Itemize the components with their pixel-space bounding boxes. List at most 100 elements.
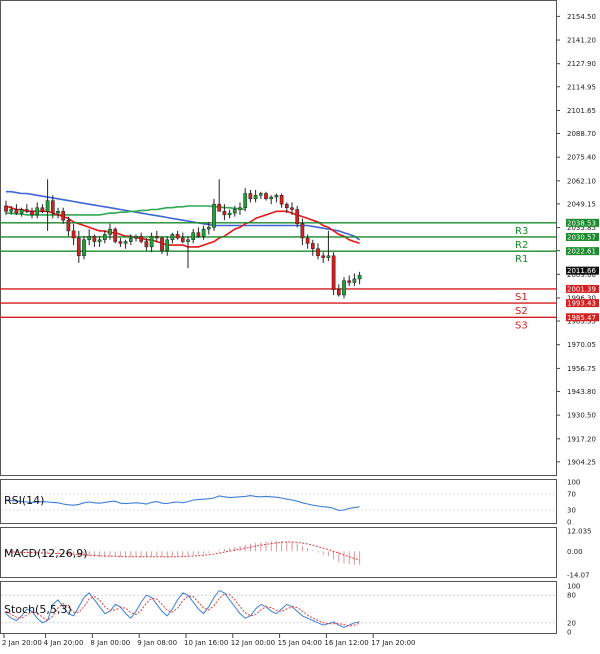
stoch-y-tick: 20 (567, 619, 576, 627)
candle-body (144, 241, 149, 248)
rsi-label: RSI(14) (4, 494, 44, 507)
candle-body (201, 228, 206, 237)
candle-body (305, 237, 310, 244)
candle-body (175, 234, 180, 239)
stoch-y-tick: 0 (567, 629, 571, 637)
y-tick-label: 1930.50 (567, 412, 596, 420)
level-price-tag-text: 1985.47 (567, 314, 596, 322)
candle-body (97, 239, 102, 242)
x-tick-label: 17 Jan 20:00 (371, 639, 415, 647)
candle-body (165, 239, 170, 251)
level-label-r2: R2 (515, 240, 528, 251)
macd-y-tick: 0.00 (567, 548, 583, 556)
candle-body (253, 195, 258, 200)
candle-body (357, 275, 362, 280)
y-tick-label: 1917.20 (567, 435, 596, 443)
x-tick-label: 9 Jan 08:00 (137, 639, 177, 647)
rsi-y-tick: 100 (567, 479, 580, 487)
y-tick-label: 2127.90 (567, 60, 596, 68)
candle-body (227, 212, 232, 216)
chart-canvas: 2154.50 2141.20 2127.90 2114.95 2101.65 2088.… (0, 0, 599, 647)
candle-body (14, 209, 19, 214)
candle-body (352, 278, 357, 283)
x-tick-label: 16 Jan 12:00 (324, 639, 368, 647)
candle-body (108, 228, 112, 235)
candle-body (196, 232, 201, 237)
y-tick-label: 1970.05 (567, 341, 596, 349)
rsi-y-tick: 70 (567, 491, 576, 499)
candle-body (102, 234, 107, 241)
candle-body (118, 241, 123, 244)
candle-body (134, 235, 138, 239)
rsi-y-tick: 30 (567, 507, 576, 515)
candle-body (316, 248, 320, 257)
candle-body (290, 207, 294, 210)
candle-body (180, 237, 185, 242)
rsi-y-tick: 0 (567, 519, 571, 527)
y-tick-label: 2062.10 (567, 177, 596, 185)
macd-y-tick: -14.07 (567, 572, 590, 580)
candle-body (284, 203, 289, 208)
y-tick-label: 2141.20 (567, 37, 596, 45)
level-label-s2: S2 (515, 306, 528, 317)
candle-body (326, 255, 331, 258)
current-price-text: 2011.66 (567, 267, 596, 275)
y-tick-label: 1956.75 (567, 365, 596, 373)
level-price-tag-text: 2030.57 (567, 233, 596, 241)
candle-body (56, 211, 60, 214)
candle-body (279, 195, 284, 205)
level-price-tag-text: 1993.43 (567, 300, 596, 308)
candle-body (170, 234, 175, 241)
stoch-y-tick: 80 (567, 592, 576, 600)
candle-body (40, 207, 45, 212)
candle-body (154, 235, 159, 239)
candle-body (139, 235, 144, 242)
y-tick-label: 2088.70 (567, 130, 596, 138)
rsi-panel-frame (0, 479, 557, 524)
candle-body (19, 209, 24, 214)
candle-body (9, 209, 14, 212)
level-label-s1: S1 (515, 292, 528, 303)
x-axis: 2 Jan 20:00 4 Jan 20:00 8 Jan 00:00 9 Jan 0… (2, 634, 416, 647)
y-tick-label: 2114.95 (567, 83, 596, 91)
candle-body (45, 200, 50, 212)
candle-body (160, 237, 164, 251)
x-tick-label: 15 Jan 04:00 (278, 639, 322, 647)
level-price-tag-text: 2038.53 (567, 219, 596, 227)
price-tags: 2038.53 2030.57 2022.61 2001.39 1993.43 1985.… (566, 218, 599, 322)
x-tick-label: 4 Jan 20:00 (44, 639, 84, 647)
y-tick-label: 1904.25 (567, 458, 596, 466)
candle-body (186, 239, 190, 242)
candle-body (238, 207, 242, 210)
candle-body (66, 219, 71, 232)
candle-body (274, 195, 279, 198)
candle-body (310, 243, 315, 249)
stoch-panel-frame (0, 581, 557, 634)
candle-body (87, 235, 92, 241)
candle-body (342, 280, 346, 296)
level-label-s3: S3 (515, 320, 528, 331)
candle-body (347, 280, 352, 283)
candle-body (123, 241, 128, 244)
candle-body (232, 209, 237, 214)
y-tick-label: 2075.40 (567, 154, 596, 162)
candle-body (321, 255, 326, 258)
candle-body (82, 239, 86, 257)
candle-body (269, 196, 274, 200)
candle-body (212, 203, 216, 228)
y-tick-label: 1943.80 (567, 388, 596, 396)
candle-body (30, 211, 34, 216)
candle-body (24, 209, 29, 212)
candle-body (4, 205, 8, 212)
candle-body (295, 209, 300, 225)
candle-body (336, 289, 341, 296)
candle-body (206, 227, 211, 230)
candle-body (222, 211, 227, 216)
level-price-tag-text: 2022.61 (567, 248, 596, 256)
macd-label: MACD(12,26,9) (4, 547, 88, 560)
candle-body (113, 228, 118, 242)
x-tick-label: 12 Jan 00:00 (231, 639, 275, 647)
candle-body (191, 232, 196, 241)
candle-body (258, 193, 263, 196)
candle-body (217, 203, 222, 212)
